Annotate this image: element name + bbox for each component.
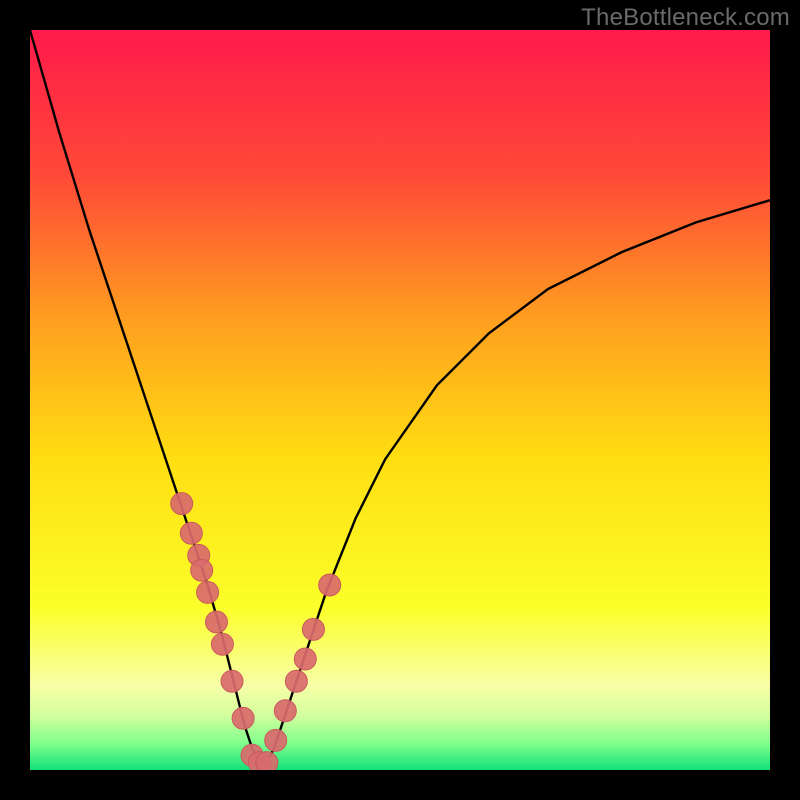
plot-area — [30, 30, 770, 770]
marker-point — [197, 581, 219, 603]
marker-point — [205, 611, 227, 633]
marker-point — [232, 707, 254, 729]
marker-point — [302, 618, 324, 640]
gradient-bg — [30, 30, 770, 770]
marker-point — [265, 729, 287, 751]
marker-point — [274, 700, 296, 722]
marker-point — [221, 670, 243, 692]
marker-point — [294, 648, 316, 670]
marker-point — [319, 574, 341, 596]
marker-point — [211, 633, 233, 655]
chart-frame: TheBottleneck.com — [0, 0, 800, 800]
marker-point — [171, 493, 193, 515]
marker-point — [191, 559, 213, 581]
marker-point — [285, 670, 307, 692]
marker-point — [256, 752, 278, 770]
marker-point — [180, 522, 202, 544]
watermark-text: TheBottleneck.com — [581, 4, 790, 32]
plot-svg — [30, 30, 770, 770]
